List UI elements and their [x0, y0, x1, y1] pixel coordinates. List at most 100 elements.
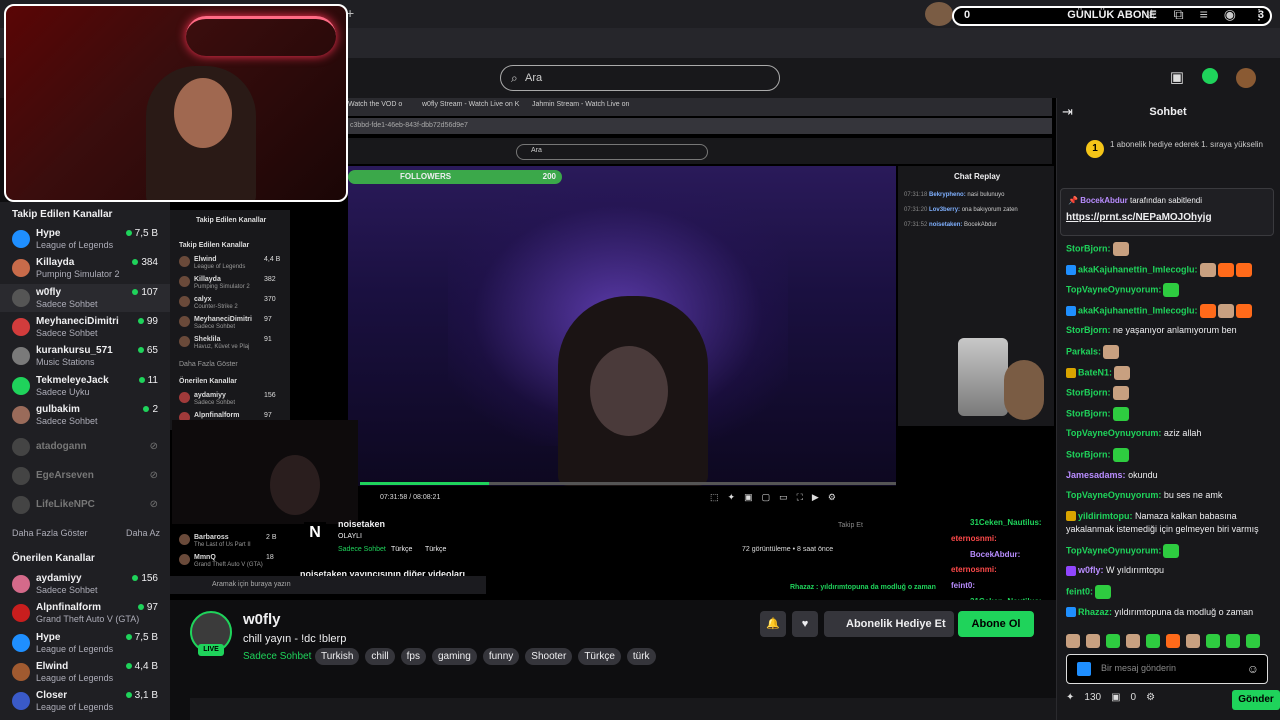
points-count: 130: [1084, 692, 1102, 703]
kick-icon[interactable]: [1202, 68, 1218, 84]
recommended-channel[interactable]: Alpnfinalform Grand Theft Auto V (GTA) 97: [0, 599, 170, 627]
playlist-icon[interactable]: ≡: [1200, 6, 1208, 23]
stream-tag[interactable]: Türkçe: [578, 648, 621, 665]
sidebar-channel[interactable]: kurankursu_571 Music Stations 65: [0, 342, 170, 370]
chat-username[interactable]: w0fly:: [1078, 565, 1104, 575]
screen-icon[interactable]: ▢: [762, 492, 771, 503]
channel-name[interactable]: w0fly: [243, 611, 281, 628]
sidebar-channel[interactable]: MeyhaneciDimitri Sadece Sohbet 99: [0, 313, 170, 341]
chat-username[interactable]: feint0:: [1066, 586, 1093, 596]
chat-replay-line: 07:31:20 Lov3berry: ona bakıyorum zaten: [904, 207, 1018, 213]
emoji-picker-icon[interactable]: ☺: [1247, 662, 1259, 676]
show-more-link[interactable]: Daha Fazla Göster: [12, 528, 88, 538]
stream-tag[interactable]: gaming: [432, 648, 477, 665]
sparkle-icon[interactable]: ✦: [728, 492, 736, 503]
sidebar-channel[interactable]: Killayda Pumping Simulator 2 384: [0, 254, 170, 282]
stream-title: chill yayın - !dc !blerp: [243, 633, 347, 645]
stream-tag[interactable]: türk: [626, 648, 656, 665]
chat-username[interactable]: akaKajuhanettin_Imlecoglu:: [1078, 305, 1198, 315]
inner-side-heading-2: Takip Edilen Kanallar: [179, 242, 250, 249]
recommended-channel[interactable]: Elwind League of Legends 4,4 B: [0, 658, 170, 686]
channel-name: Killayda: [36, 257, 75, 269]
chat-username[interactable]: BateN1:: [1078, 367, 1112, 377]
stream-tag[interactable]: funny: [482, 648, 520, 665]
recommended-channel[interactable]: Hype League of Legends 7,5 B: [0, 629, 170, 657]
chat-username[interactable]: Parkals:: [1066, 346, 1101, 356]
vr-icon[interactable]: ▣: [1170, 68, 1184, 88]
search-input[interactable]: ⌕ Ara: [500, 65, 780, 91]
extension-icon[interactable]: ⧉: [1174, 6, 1184, 23]
chat-username[interactable]: StorBjorn:: [1066, 325, 1111, 335]
chat-username[interactable]: StorBjorn:: [1066, 408, 1111, 418]
show-less-link[interactable]: Daha Az: [126, 528, 160, 538]
emote-icon[interactable]: [1086, 634, 1100, 648]
chat-username[interactable]: TopVayneOynuyorum:: [1066, 545, 1161, 555]
emote-icon[interactable]: [1166, 634, 1180, 648]
inner-side-rec2-name: Barbaross: [194, 534, 229, 541]
notification-bell-icon[interactable]: 🔔: [760, 611, 786, 637]
chat-username[interactable]: StorBjorn:: [1066, 388, 1111, 398]
sidebar-channel[interactable]: w0fly Sadece Sohbet 107: [0, 283, 170, 312]
subscribe-button[interactable]: Abone Ol: [958, 611, 1034, 637]
channel-viewers: 384: [132, 257, 158, 268]
inner-browser-tabs: Watch the VOD o w0fly Stream - Watch Liv…: [348, 98, 1052, 116]
chat-username[interactable]: TopVayneOynuyorum:: [1066, 285, 1161, 295]
user-badge-icon: [1066, 566, 1076, 577]
emote-icon[interactable]: [1186, 634, 1200, 648]
emote-icon[interactable]: [1106, 634, 1120, 648]
sidebar-channel[interactable]: TekmeleyeJack Sadece Uyku 11: [0, 372, 170, 400]
menu-icon[interactable]: ⋮: [1252, 6, 1266, 23]
chat-username[interactable]: yildirimtopu:: [1078, 511, 1133, 521]
chat-username[interactable]: akaKajuhanettin_Imlecoglu:: [1078, 264, 1198, 274]
chat-username[interactable]: Rhazaz:: [1078, 607, 1112, 617]
chat-username[interactable]: StorBjorn:: [1066, 449, 1111, 459]
points-icon[interactable]: ✦: [1066, 692, 1074, 703]
settings-icon[interactable]: ⚙: [1146, 692, 1155, 703]
chat-username[interactable]: TopVayneOynuyorum:: [1066, 428, 1161, 438]
video-progress[interactable]: [360, 482, 896, 485]
chat-input[interactable]: Bir mesaj gönderin ☺: [1066, 654, 1268, 684]
sidebar-channel-offline[interactable]: EgeArseven ⊘: [0, 462, 170, 490]
gift-icon[interactable]: ▣: [1111, 692, 1120, 703]
user-avatar[interactable]: [1236, 68, 1256, 88]
clip-icon[interactable]: ⬚: [710, 492, 719, 503]
sidebar-channel[interactable]: Hype League of Legends 7,5 B: [0, 225, 170, 253]
stream-tag[interactable]: Shooter: [525, 648, 573, 665]
play-icon[interactable]: ▶: [812, 492, 819, 503]
settings-icon[interactable]: ⚙: [828, 492, 836, 503]
inner-channel-name: noisetaken: [338, 519, 386, 529]
gift-sub-button[interactable]: Abonelik Hediye Et: [824, 611, 954, 637]
stream-tag[interactable]: Turkish: [315, 648, 360, 665]
inner-side-rec-name: Alpnfinalform: [194, 412, 240, 419]
send-button[interactable]: Gönder: [1232, 690, 1280, 710]
chat-username[interactable]: StorBjorn:: [1066, 243, 1111, 253]
emote-icon[interactable]: [1206, 634, 1220, 648]
sidebar-channel-offline[interactable]: LifeLikeNPC ⊘: [0, 491, 170, 519]
emote-icon[interactable]: [1246, 634, 1260, 648]
stream-category[interactable]: Sadece Sohbet: [243, 651, 311, 662]
profile-icon[interactable]: ◉: [1224, 6, 1236, 23]
recommended-channel[interactable]: Closer League of Legends 3,1 B: [0, 687, 170, 715]
sidebar-channel-offline[interactable]: atadogann ⊘: [0, 433, 170, 461]
emote-icon[interactable]: [1146, 634, 1160, 648]
emote-icon[interactable]: [1066, 634, 1080, 648]
fullscreen-icon[interactable]: ⛶: [797, 492, 803, 503]
chat-username[interactable]: Jamesadams:: [1066, 470, 1126, 480]
stream-tag[interactable]: fps: [400, 648, 426, 665]
pinned-link[interactable]: https://prnt.sc/NEPaMOJOhyjg: [1066, 212, 1212, 223]
star-icon[interactable]: ☆: [1145, 6, 1158, 23]
heart-icon[interactable]: ♥: [792, 611, 818, 637]
channel-name: Alpnfinalform: [36, 602, 101, 614]
pip-icon[interactable]: ▣: [744, 492, 753, 503]
emote-icon[interactable]: [1226, 634, 1240, 648]
about-section: [190, 698, 1056, 720]
emote-icon: [1112, 386, 1129, 401]
stream-tag[interactable]: chill: [365, 648, 395, 665]
sidebar-channel[interactable]: gulbakim Sadece Sohbet 2: [0, 401, 170, 429]
recommended-channel[interactable]: aydamiyy Sadece Sohbet 156: [0, 570, 170, 598]
channel-name: w0fly: [36, 286, 62, 298]
theater-icon[interactable]: ▭: [779, 492, 788, 503]
viewer-count: 4,4 B: [134, 660, 158, 672]
emote-icon[interactable]: [1126, 634, 1140, 648]
chat-username[interactable]: TopVayneOynuyorum:: [1066, 490, 1161, 500]
